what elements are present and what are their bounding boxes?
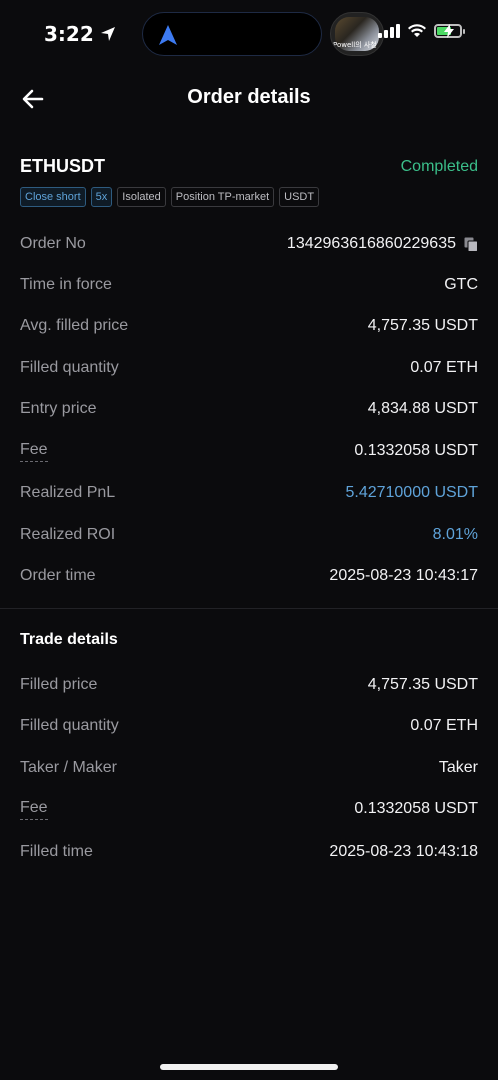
order-time-label: Order time bbox=[20, 567, 96, 584]
entry-price-row: Entry price 4,834.88 USDT bbox=[20, 398, 478, 420]
order-time-row: Order time 2025-08-23 10:43:17 bbox=[20, 565, 478, 587]
trade-fee-row: Fee 0.1332058 USDT bbox=[20, 798, 478, 820]
trade-filled-quantity-row: Filled quantity 0.07 ETH bbox=[20, 715, 478, 737]
realized-roi-row: Realized ROI 8.01% bbox=[20, 524, 478, 546]
realized-pnl-label: Realized PnL bbox=[20, 484, 116, 501]
system-icons bbox=[378, 24, 465, 38]
avg-filled-price-label: Avg. filled price bbox=[20, 317, 129, 334]
wifi-icon bbox=[408, 24, 426, 37]
page-title: Order details bbox=[187, 86, 311, 108]
time-in-force-value: GTC bbox=[444, 276, 478, 293]
filled-price-value: 4,757.35 USDT bbox=[367, 676, 478, 693]
copy-icon[interactable] bbox=[464, 237, 478, 252]
battery-icon bbox=[434, 24, 465, 38]
nav-header: Order details bbox=[0, 78, 498, 118]
filled-time-value: 2025-08-23 10:43:18 bbox=[329, 843, 478, 860]
section-divider bbox=[0, 608, 498, 609]
location-arrow-icon bbox=[100, 27, 115, 41]
tag-leverage: 5x bbox=[90, 187, 113, 207]
order-status: Completed bbox=[400, 158, 478, 175]
time-in-force-row: Time in force GTC bbox=[20, 274, 478, 296]
cellular-signal-icon bbox=[378, 24, 400, 38]
realized-pnl-row: Realized PnL 5.42710000 USDT bbox=[20, 482, 478, 504]
entry-price-value: 4,834.88 USDT bbox=[367, 400, 478, 417]
navigation-arrow-icon bbox=[159, 25, 177, 45]
fee-value: 0.1332058 USDT bbox=[354, 442, 478, 459]
taker-maker-row: Taker / Maker Taker bbox=[20, 757, 478, 779]
realized-pnl-value: 5.42710000 USDT bbox=[345, 484, 478, 501]
trade-fee-label[interactable]: Fee bbox=[20, 799, 48, 820]
filled-price-row: Filled price 4,757.35 USDT bbox=[20, 674, 478, 696]
media-thumbnail[interactable]: Powell의 사철 bbox=[330, 12, 384, 56]
filled-quantity-label: Filled quantity bbox=[20, 359, 119, 376]
order-no-value: 1342963616860229635 bbox=[286, 235, 456, 252]
order-no-row: Order No 1342963616860229635 bbox=[20, 233, 478, 255]
time-in-force-label: Time in force bbox=[20, 276, 112, 293]
avg-filled-price-value: 4,757.35 USDT bbox=[367, 317, 478, 334]
tag-currency: USDT bbox=[279, 187, 320, 207]
media-caption: Powell의 사철 bbox=[333, 41, 377, 49]
trade-filled-quantity-label: Filled quantity bbox=[20, 717, 119, 734]
order-no-value-wrap: 1342963616860229635 bbox=[287, 235, 478, 253]
tag-side: Close short bbox=[20, 187, 86, 207]
entry-price-label: Entry price bbox=[20, 400, 97, 417]
order-tags: Close short 5x Isolated Position TP-mark… bbox=[20, 187, 320, 207]
status-time: 3:22 bbox=[44, 22, 94, 46]
fee-row: Fee 0.1332058 USDT bbox=[20, 440, 478, 462]
filled-price-label: Filled price bbox=[20, 676, 98, 693]
taker-maker-value: Taker bbox=[438, 759, 478, 776]
home-indicator[interactable] bbox=[160, 1064, 338, 1070]
fee-label[interactable]: Fee bbox=[20, 441, 48, 462]
order-symbol: ETHUSDT bbox=[20, 156, 105, 176]
tag-order-type: Position TP-market bbox=[170, 187, 275, 207]
avg-filled-price-row: Avg. filled price 4,757.35 USDT bbox=[20, 315, 478, 337]
trade-details-title: Trade details bbox=[20, 631, 118, 648]
order-time-value: 2025-08-23 10:43:17 bbox=[329, 567, 478, 584]
taker-maker-label: Taker / Maker bbox=[20, 759, 117, 776]
charging-bolt-icon bbox=[444, 24, 454, 38]
trade-filled-quantity-value: 0.07 ETH bbox=[410, 717, 478, 734]
tag-margin-mode: Isolated bbox=[117, 187, 166, 207]
status-bar: 3:22 Powell의 사철 bbox=[0, 0, 498, 68]
clock: 3:22 bbox=[44, 22, 116, 46]
filled-quantity-row: Filled quantity 0.07 ETH bbox=[20, 357, 478, 379]
filled-time-label: Filled time bbox=[20, 843, 93, 860]
filled-quantity-value: 0.07 ETH bbox=[410, 359, 478, 376]
order-no-label: Order No bbox=[20, 235, 86, 252]
dynamic-island[interactable] bbox=[142, 12, 322, 56]
realized-roi-value: 8.01% bbox=[432, 526, 478, 543]
realized-roi-label: Realized ROI bbox=[20, 526, 116, 543]
trade-fee-value: 0.1332058 USDT bbox=[354, 800, 478, 817]
filled-time-row: Filled time 2025-08-23 10:43:18 bbox=[20, 841, 478, 863]
